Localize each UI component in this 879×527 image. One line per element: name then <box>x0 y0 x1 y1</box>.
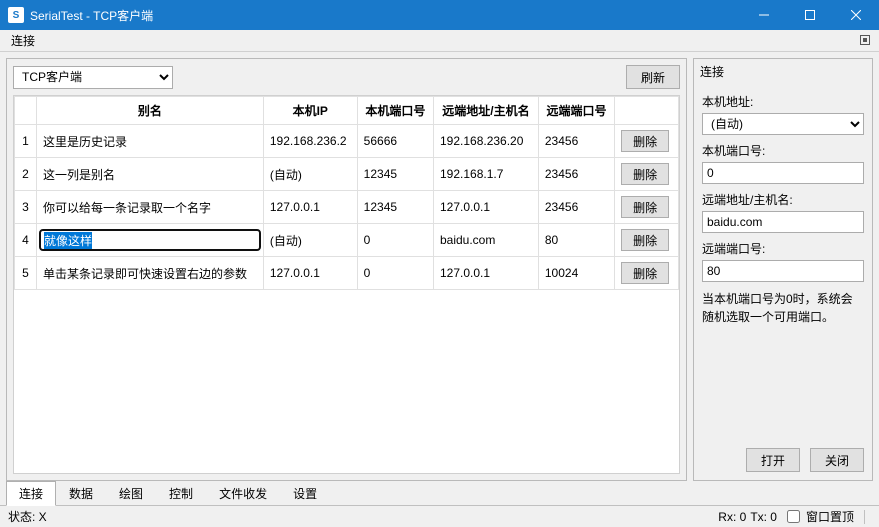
remote-port-label: 远端端口号: <box>702 240 864 257</box>
delete-button[interactable]: 删除 <box>621 163 669 185</box>
local-addr-select[interactable]: (自动) <box>702 113 864 135</box>
close-button[interactable] <box>833 0 879 30</box>
main-panel: TCP客户端 刷新 别名 本机IP 本机端口号 远端地址/主机名 远端端口号 1… <box>6 58 687 481</box>
app-icon: S <box>8 7 24 23</box>
tab-bar: 连接数据绘图控制文件收发设置 <box>0 481 879 505</box>
port-hint: 当本机端口号为0时，系统会随机选取一个可用端口。 <box>702 290 864 326</box>
status-bar: 状态: X Rx: 0 Tx: 0 窗口置顶 <box>0 505 879 527</box>
connection-panel: 连接 本机地址: (自动) 本机端口号: 远端地址/主机名: 远端端口号: 当本… <box>693 58 873 481</box>
table-header-row: 别名 本机IP 本机端口号 远端地址/主机名 远端端口号 <box>15 97 679 125</box>
table-row[interactable]: 4(自动)0baidu.com80删除 <box>15 224 679 257</box>
table-row[interactable]: 3你可以给每一条记录取一个名字127.0.0.112345127.0.0.123… <box>15 191 679 224</box>
open-button[interactable]: 打开 <box>746 448 800 472</box>
remote-addr-label: 远端地址/主机名: <box>702 191 864 208</box>
ontop-checkbox[interactable] <box>787 510 800 523</box>
table-row[interactable]: 5单击某条记录即可快速设置右边的参数127.0.0.10127.0.0.1100… <box>15 257 679 290</box>
history-table[interactable]: 别名 本机IP 本机端口号 远端地址/主机名 远端端口号 1这里是历史记录192… <box>13 95 680 474</box>
local-addr-label: 本机地址: <box>702 93 864 110</box>
tab-3[interactable]: 控制 <box>156 481 206 506</box>
delete-button[interactable]: 删除 <box>621 262 669 284</box>
mode-select[interactable]: TCP客户端 <box>13 66 173 89</box>
delete-button[interactable]: 删除 <box>621 196 669 218</box>
menu-connect[interactable]: 连接 <box>5 30 41 51</box>
remote-port-input[interactable] <box>702 260 864 282</box>
rx-counter: Rx: 0 <box>718 510 746 524</box>
local-port-label: 本机端口号: <box>702 142 864 159</box>
status-text: 状态: X <box>8 508 47 525</box>
local-port-input[interactable] <box>702 162 864 184</box>
tab-2[interactable]: 绘图 <box>106 481 156 506</box>
tab-4[interactable]: 文件收发 <box>206 481 280 506</box>
title-bar: S SerialTest - TCP客户端 <box>0 0 879 30</box>
table-row[interactable]: 1这里是历史记录192.168.236.256666192.168.236.20… <box>15 125 679 158</box>
maximize-button[interactable] <box>787 0 833 30</box>
delete-button[interactable]: 删除 <box>621 229 669 251</box>
delete-button[interactable]: 删除 <box>621 130 669 152</box>
table-row[interactable]: 2这一列是别名(自动)12345192.168.1.723456删除 <box>15 158 679 191</box>
ontop-label: 窗口置顶 <box>806 508 854 525</box>
dock-icon[interactable] <box>856 32 874 50</box>
window-title: SerialTest - TCP客户端 <box>30 7 741 24</box>
alias-edit-input[interactable] <box>39 229 261 251</box>
minimize-button[interactable] <box>741 0 787 30</box>
refresh-button[interactable]: 刷新 <box>626 65 680 89</box>
close-conn-button[interactable]: 关闭 <box>810 448 864 472</box>
tx-counter: Tx: 0 <box>750 510 777 524</box>
remote-addr-input[interactable] <box>702 211 864 233</box>
tab-1[interactable]: 数据 <box>56 481 106 506</box>
panel-title: 连接 <box>694 59 872 84</box>
separator <box>864 510 865 524</box>
menu-bar: 连接 <box>0 30 879 52</box>
tab-5[interactable]: 设置 <box>280 481 330 506</box>
tab-0[interactable]: 连接 <box>6 481 56 506</box>
